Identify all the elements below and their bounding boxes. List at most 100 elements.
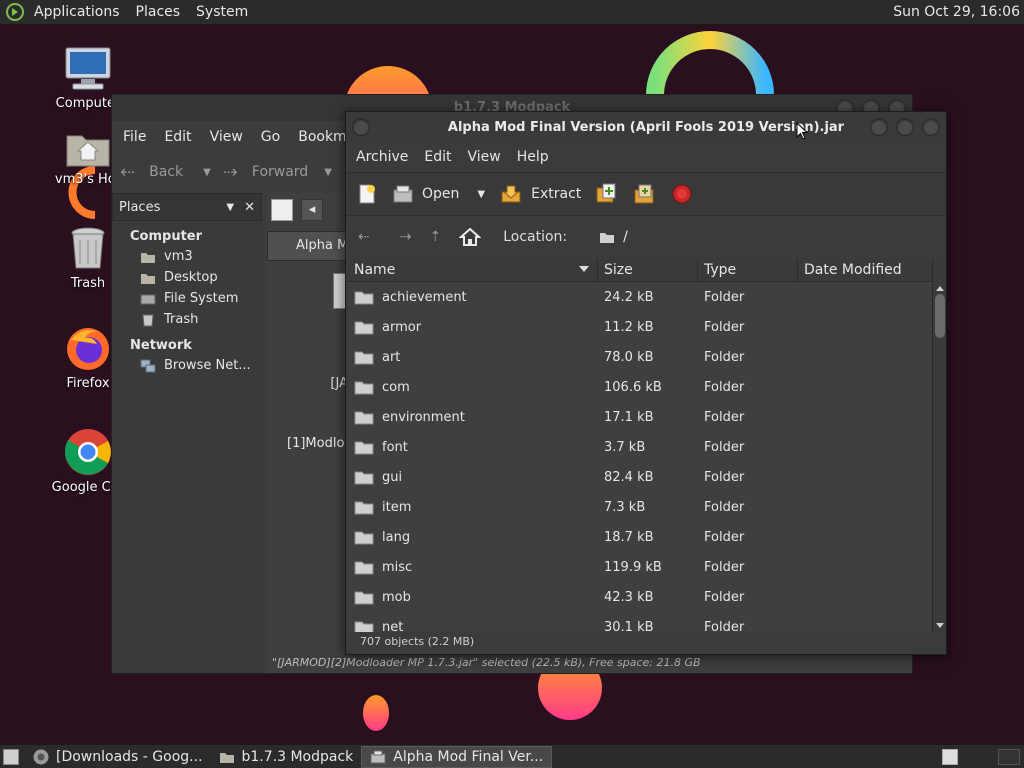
archive-manager-window[interactable]: Alpha Mod Final Version (April Fools 201… [345, 111, 947, 655]
table-row[interactable]: armor 11.2 kB Folder [348, 312, 936, 342]
scroll-down-arrow-icon[interactable] [936, 623, 944, 628]
file-list[interactable]: Name Size Type Date Modified achievement… [348, 258, 936, 632]
scrollbar[interactable] [932, 258, 946, 632]
back-button[interactable]: ⇠ Back ▼ [120, 162, 211, 183]
menu-edit[interactable]: Edit [155, 129, 200, 145]
chevron-down-icon[interactable]: ▼ [203, 167, 211, 178]
table-row[interactable]: art 78.0 kB Folder [348, 342, 936, 372]
list-header: Name Size Type Date Modified [348, 258, 936, 282]
workspace-switcher-2[interactable] [998, 749, 1020, 765]
menu-archive[interactable]: Archive [348, 149, 416, 165]
network-icon [140, 359, 156, 372]
location-path[interactable]: / [599, 229, 628, 245]
table-row[interactable]: net 30.1 kB Folder [348, 612, 936, 632]
scroll-up-arrow-icon[interactable] [936, 286, 944, 291]
cell-type: Folder [704, 289, 745, 305]
back-arrow-icon[interactable]: ⇠ [358, 229, 370, 245]
applications-menu-icon[interactable] [6, 3, 24, 21]
scroll-thumb[interactable] [935, 294, 945, 338]
forward-arrow-icon[interactable]: ⇢ [400, 229, 412, 245]
taskbar-item-archive[interactable]: Alpha Mod Final Ver... [361, 745, 553, 768]
add-folder-button[interactable] [633, 182, 657, 206]
cell-type: Folder [704, 319, 745, 335]
maximize-button[interactable] [896, 118, 914, 136]
add-files-button[interactable] [595, 182, 619, 206]
places-menu[interactable]: Places [128, 0, 189, 25]
table-row[interactable]: item 7.3 kB Folder [348, 492, 936, 522]
taskbar-item-modpack[interactable]: b1.7.3 Modpack [211, 746, 362, 768]
open-button[interactable]: Open ▼ [392, 184, 485, 204]
cell-name: misc [348, 559, 598, 575]
stop-button[interactable] [671, 183, 693, 205]
home-folder-icon [141, 252, 155, 263]
cell-size: 82.4 kB [604, 469, 654, 485]
taskbar-item-label: Alpha Mod Final Ver... [393, 748, 544, 765]
taskbar-item-downloads[interactable]: [Downloads - Goog... [25, 746, 211, 768]
menu-go[interactable]: Go [252, 129, 289, 145]
location-label: Location: [503, 229, 568, 245]
system-menu[interactable]: System [188, 0, 256, 25]
trash-icon [71, 227, 105, 269]
chevron-down-icon[interactable]: ▼ [477, 189, 485, 200]
extract-button[interactable]: Extract [499, 184, 581, 204]
column-header-date[interactable]: Date Modified [798, 258, 936, 281]
close-button[interactable] [922, 118, 940, 136]
chevron-down-icon[interactable]: ▼ [226, 202, 234, 213]
table-row[interactable]: achievement 24.2 kB Folder [348, 282, 936, 312]
cell-size: 3.7 kB [604, 439, 646, 455]
menu-view[interactable]: View [201, 129, 252, 145]
tab-alpha-mod[interactable]: Alpha M [267, 231, 357, 261]
applications-menu[interactable]: Applications [26, 0, 128, 25]
column-header-type[interactable]: Type [698, 258, 798, 281]
add-folder-icon [634, 184, 654, 204]
table-row[interactable]: lang 18.7 kB Folder [348, 522, 936, 552]
trash-icon [142, 314, 154, 326]
menu-view[interactable]: View [460, 149, 509, 165]
computer-icon [65, 47, 111, 90]
column-header-name[interactable]: Name [348, 258, 598, 281]
table-row[interactable]: environment 17.1 kB Folder [348, 402, 936, 432]
cell-name-text: font [382, 439, 408, 455]
taskbar-item-label: [Downloads - Goog... [56, 748, 203, 765]
column-header-size[interactable]: Size [598, 258, 698, 281]
forward-label: Forward [251, 164, 309, 180]
table-row[interactable]: com 106.6 kB Folder [348, 372, 936, 402]
table-row[interactable]: misc 119.9 kB Folder [348, 552, 936, 582]
window-titlebar[interactable]: Alpha Mod Final Version (April Fools 201… [346, 112, 946, 142]
drive-icon [140, 294, 156, 304]
chevron-left-icon[interactable]: ◂ [301, 199, 323, 221]
minimize-button[interactable] [870, 118, 888, 136]
home-icon[interactable] [459, 227, 482, 247]
location-path-text: / [623, 229, 628, 245]
places-section-computer: Computer [130, 229, 203, 244]
sidebar-item-trash[interactable]: Trash [112, 309, 262, 330]
cell-name: gui [348, 469, 598, 485]
table-row[interactable]: mob 42.3 kB Folder [348, 582, 936, 612]
cell-name: art [348, 349, 598, 365]
forward-button[interactable]: ⇢ Forward ▼ [223, 162, 332, 183]
chevron-down-icon[interactable]: ▼ [324, 167, 332, 178]
table-row[interactable]: font 3.7 kB Folder [348, 432, 936, 462]
close-icon[interactable]: ✕ [244, 200, 255, 215]
sidebar-item-desktop[interactable]: Desktop [112, 267, 262, 288]
places-header: Places ▼ ✕ [112, 193, 262, 221]
menu-help[interactable]: Help [509, 149, 557, 165]
edit-icon[interactable] [271, 199, 293, 221]
sidebar-item-file-system[interactable]: File System [112, 288, 262, 309]
workspace-switcher[interactable] [942, 749, 958, 765]
folder-icon [354, 291, 374, 305]
cell-size: 7.3 kB [604, 499, 646, 515]
menu-edit[interactable]: Edit [416, 149, 459, 165]
table-row[interactable]: gui 82.4 kB Folder [348, 462, 936, 492]
new-archive-button[interactable] [356, 183, 378, 205]
sidebar-item-browse-network[interactable]: Browse Net... [112, 355, 262, 376]
show-desktop-icon[interactable] [3, 748, 19, 765]
up-arrow-icon[interactable]: ⇡ [429, 229, 441, 245]
clock[interactable]: Sun Oct 29, 16:06 [893, 0, 1020, 25]
cell-size: 106.6 kB [604, 379, 662, 395]
menu-file[interactable]: File [114, 129, 155, 145]
cell-name-text: com [382, 379, 410, 395]
places-dropdown[interactable]: Places [119, 200, 226, 215]
cell-type: Folder [704, 499, 745, 515]
sidebar-item-vm3[interactable]: vm3 [112, 246, 262, 267]
